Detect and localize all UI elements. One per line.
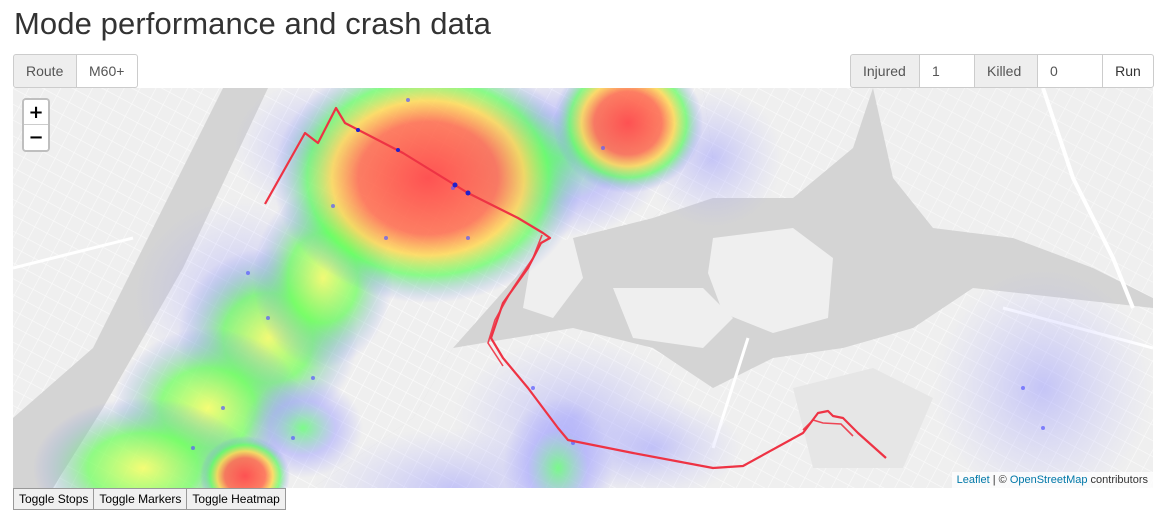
- toggle-heatmap-button[interactable]: Toggle Heatmap: [187, 488, 286, 510]
- map-attribution: Leaflet | © OpenStreetMap contributors: [951, 472, 1153, 488]
- killed-field[interactable]: 0: [1038, 54, 1103, 88]
- attribution-suffix: contributors: [1087, 474, 1148, 486]
- run-button[interactable]: Run: [1103, 54, 1154, 88]
- toggle-markers-button[interactable]: Toggle Markers: [94, 488, 188, 510]
- leaflet-link[interactable]: Leaflet: [957, 474, 990, 486]
- filter-input-group: Injured 1 Killed 0 Run: [850, 54, 1154, 88]
- route-label: Route: [13, 54, 77, 88]
- zoom-in-button[interactable]: +: [24, 100, 48, 125]
- route-field[interactable]: M60+: [77, 54, 138, 88]
- attribution-separator: | ©: [989, 474, 1010, 486]
- route-input-group: Route M60+: [13, 54, 138, 88]
- killed-label: Killed: [975, 54, 1038, 88]
- zoom-control: + −: [22, 98, 50, 152]
- zoom-out-button[interactable]: −: [24, 125, 48, 150]
- openstreetmap-link[interactable]: OpenStreetMap: [1010, 474, 1088, 486]
- injured-field[interactable]: 1: [920, 54, 975, 88]
- page-title: Mode performance and crash data: [14, 6, 491, 41]
- injured-label: Injured: [850, 54, 920, 88]
- map-view[interactable]: + − Leaflet | © OpenStreetMap contributo…: [13, 88, 1153, 488]
- toggle-stops-button[interactable]: Toggle Stops: [13, 488, 95, 510]
- map-canvas: [13, 88, 1153, 488]
- layer-toggle-bar: Toggle Stops Toggle Markers Toggle Heatm…: [13, 488, 286, 510]
